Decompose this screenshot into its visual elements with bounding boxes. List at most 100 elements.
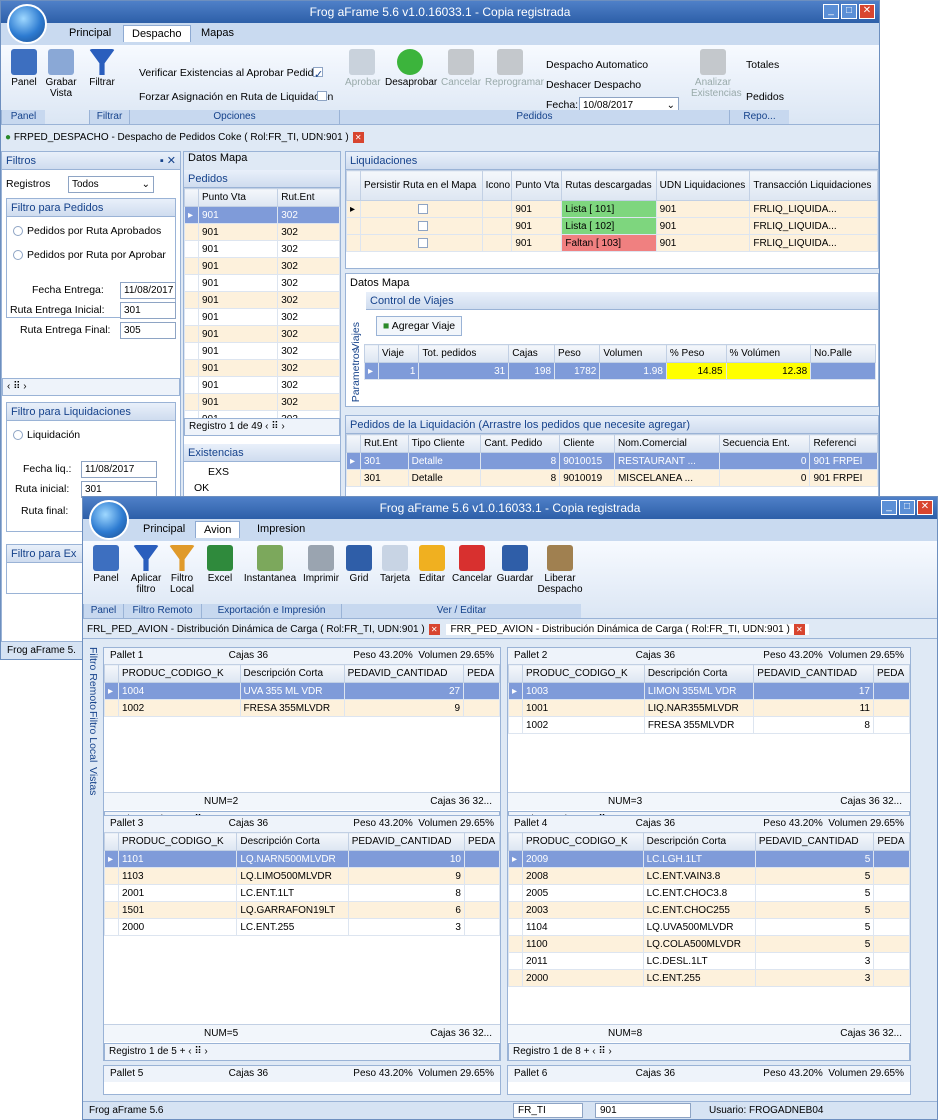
side-tab-filtro-remoto[interactable]: Filtro Remoto xyxy=(87,647,99,710)
filtrar-button[interactable]: Filtrar xyxy=(87,49,117,88)
table-row[interactable]: 901302 xyxy=(184,240,340,258)
analizar-button[interactable]: Analizar Existencias xyxy=(691,49,742,99)
persistir-checkbox[interactable] xyxy=(417,203,428,214)
aprobar-button[interactable]: Aprobar xyxy=(345,49,381,88)
col-rut-ent[interactable]: Rut.Ent xyxy=(277,188,340,207)
col-descripcion[interactable]: Descripción Corta xyxy=(642,832,756,851)
col-punto-vta[interactable]: Punto Vta xyxy=(197,188,279,207)
col-cliente[interactable]: Cliente xyxy=(559,434,615,453)
col-peda[interactable]: PEDA xyxy=(463,832,501,851)
table-row[interactable]: 2000 LC.ENT.255 3 xyxy=(508,969,910,987)
table-row[interactable]: 901302 xyxy=(184,376,340,394)
col-punto-vta[interactable]: Punto Vta xyxy=(511,170,563,201)
col-produc-codigo[interactable]: PRODUC_CODIGO_K xyxy=(522,664,645,683)
col-descripcion[interactable]: Descripción Corta xyxy=(643,664,755,683)
table-row[interactable]: 2008 LC.ENT.VAIN3.8 5 xyxy=(508,867,910,885)
persistir-checkbox[interactable] xyxy=(417,220,428,231)
col-cantidad[interactable]: PEDAVID_CANTIDAD xyxy=(347,832,465,851)
table-row[interactable]: 1104 LQ.UVA500MLVDR 5 xyxy=(508,918,910,936)
table-row[interactable]: 901 Lista [ 102] 901 FRLIQ_LIQUIDA... xyxy=(346,217,878,235)
minimize-icon[interactable]: _ xyxy=(823,4,839,19)
despacho-automatico-button[interactable]: Despacho Automatico xyxy=(546,59,648,71)
col-cantidad[interactable]: PEDAVID_CANTIDAD xyxy=(343,664,465,683)
close-icon[interactable]: ✕ xyxy=(917,500,933,515)
side-tab-filtro-local[interactable]: Filtro Local xyxy=(87,711,99,762)
totales-button[interactable]: Totales xyxy=(746,59,779,71)
grabar-vista-button[interactable]: Grabar Vista xyxy=(43,49,79,99)
panel-button[interactable]: Panel xyxy=(9,49,39,88)
table-row[interactable]: ▸ 1003 LIMON 355ML VDR 17 xyxy=(508,682,911,700)
tab-mapas[interactable]: Mapas xyxy=(201,27,234,39)
table-row[interactable]: 1103 LQ.LIMO500MLVDR 9 xyxy=(104,867,501,885)
col-peso[interactable]: Peso xyxy=(554,344,601,363)
exs-col[interactable]: EXS xyxy=(208,466,229,478)
table-row[interactable]: ▸ 901 Lista [ 101] 901 FRLIQ_LIQUIDA... xyxy=(346,200,878,218)
filtros-scrollbar[interactable]: ‹ ⠿ › xyxy=(2,378,180,396)
aplicar-filtro-button[interactable]: Aplicar filtro xyxy=(129,545,163,595)
tab-datos[interactable]: Datos xyxy=(350,277,379,289)
col-udn[interactable]: UDN Liquidaciones xyxy=(655,170,751,201)
document-tab[interactable]: ● FRPED_DESPACHO - Despacho de Pedidos C… xyxy=(1,129,879,147)
agregar-viaje-button[interactable]: ■ Agregar Viaje xyxy=(376,316,463,336)
table-row[interactable]: 901302 xyxy=(184,257,340,275)
tab-despacho[interactable]: Despacho xyxy=(123,25,191,42)
close-icon[interactable]: ✕ xyxy=(859,4,875,19)
table-row[interactable]: 1100 LQ.COLA500MLVDR 5 xyxy=(508,935,910,953)
reprogramar-button[interactable]: Reprogramar xyxy=(485,49,544,88)
col-peda[interactable]: PEDA xyxy=(873,832,910,851)
side-tab-parametros[interactable]: Parametros xyxy=(350,348,362,402)
doc-tab-1[interactable]: FRL_PED_AVION - Distribución Dinámica de… xyxy=(87,623,440,635)
table-row[interactable]: 2000 LC.ENT.255 3 xyxy=(104,918,501,936)
col-cantidad[interactable]: PEDAVID_CANTIDAD xyxy=(754,832,875,851)
radio-aprobados[interactable]: Pedidos por Ruta Aprobados xyxy=(13,225,161,237)
table-row[interactable]: 901302 xyxy=(184,359,340,377)
filtro-local-button[interactable]: Filtro Local xyxy=(167,545,197,595)
grid-button[interactable]: Grid xyxy=(345,545,373,584)
col-volumen[interactable]: Volumen xyxy=(599,344,667,363)
table-row[interactable]: ▸ 1004 UVA 355 ML VDR 27 xyxy=(104,682,500,700)
table-row[interactable]: 901 Faltan [ 103] 901 FRLIQ_LIQUIDA... xyxy=(346,234,878,252)
table-row[interactable]: ▸ 301 Detalle 8 9010015 RESTAURANT ... 0 901 FR… xyxy=(346,452,878,470)
table-row[interactable]: 1002 FRESA 355MLVDR 9 xyxy=(104,699,500,717)
table-row[interactable]: 1002 FRESA 355MLVDR 8 xyxy=(508,716,911,734)
col-rut-ent[interactable]: Rut.Ent xyxy=(360,434,409,453)
tab-principal[interactable]: Principal xyxy=(69,27,111,39)
close-tab-icon[interactable]: ✕ xyxy=(793,623,805,635)
radio-icon[interactable] xyxy=(13,226,23,237)
col-transaccion[interactable]: Transacción Liquidaciones xyxy=(749,170,878,201)
table-row[interactable]: 1001 LIQ.NAR355MLVDR 11 xyxy=(508,699,911,717)
table-row[interactable]: 901302 xyxy=(184,223,340,241)
ruta-final-input[interactable]: 305 xyxy=(120,322,176,339)
chevron-down-icon[interactable]: ⌄ xyxy=(142,179,150,190)
radio-por-aprobar[interactable]: Pedidos por Ruta por Aprobar xyxy=(13,249,166,261)
table-row[interactable]: 2005 LC.ENT.CHOC3.8 5 xyxy=(508,884,910,902)
col-referencia[interactable]: Referenci xyxy=(809,434,878,453)
table-row[interactable]: 2001 LC.ENT.1LT 8 xyxy=(104,884,501,902)
col-tot-pedidos[interactable]: Tot. pedidos xyxy=(418,344,510,363)
col-produc-codigo[interactable]: PRODUC_CODIGO_K xyxy=(522,832,644,851)
col-tipo-cliente[interactable]: Tipo Cliente xyxy=(407,434,482,453)
radio-icon[interactable] xyxy=(13,250,23,261)
table-row[interactable]: ▸ 1 31 198 1782 1.98 14.85 12.38 xyxy=(364,362,876,380)
table-row[interactable]: ▸ 1101 LQ.NARN500MLVDR 10 xyxy=(104,850,501,868)
verificar-checkbox[interactable]: ✓ xyxy=(313,67,323,81)
icono-cell[interactable] xyxy=(481,200,513,218)
registros-select[interactable]: Todos ⌄ xyxy=(68,176,154,193)
col-descripcion[interactable]: Descripción Corta xyxy=(236,832,349,851)
tab-datos[interactable]: Datos xyxy=(188,152,217,164)
table-row[interactable]: 901302 xyxy=(184,308,340,326)
col-produc-codigo[interactable]: PRODUC_CODIGO_K xyxy=(118,664,241,683)
table-row[interactable]: 901302 xyxy=(184,291,340,309)
persistir-checkbox[interactable] xyxy=(417,237,428,248)
col-cant-pedido[interactable]: Cant. Pedido xyxy=(480,434,561,453)
tab-principal[interactable]: Principal xyxy=(143,523,185,535)
liberar-despacho-button[interactable]: Liberar Despacho xyxy=(537,545,583,595)
app-orb-icon[interactable] xyxy=(89,500,129,540)
table-row[interactable]: ▸ 901 302 xyxy=(184,206,340,224)
col-pct-peso[interactable]: % Peso xyxy=(665,344,727,363)
rol-select[interactable]: FR_TI xyxy=(513,1103,583,1118)
table-row[interactable]: 901302 xyxy=(184,274,340,292)
doc-tab-2[interactable]: FRR_PED_AVION - Distribución Dinámica de… xyxy=(446,623,809,635)
imprimir-button[interactable]: Imprimir xyxy=(301,545,341,584)
guardar-button[interactable]: Guardar xyxy=(495,545,535,584)
